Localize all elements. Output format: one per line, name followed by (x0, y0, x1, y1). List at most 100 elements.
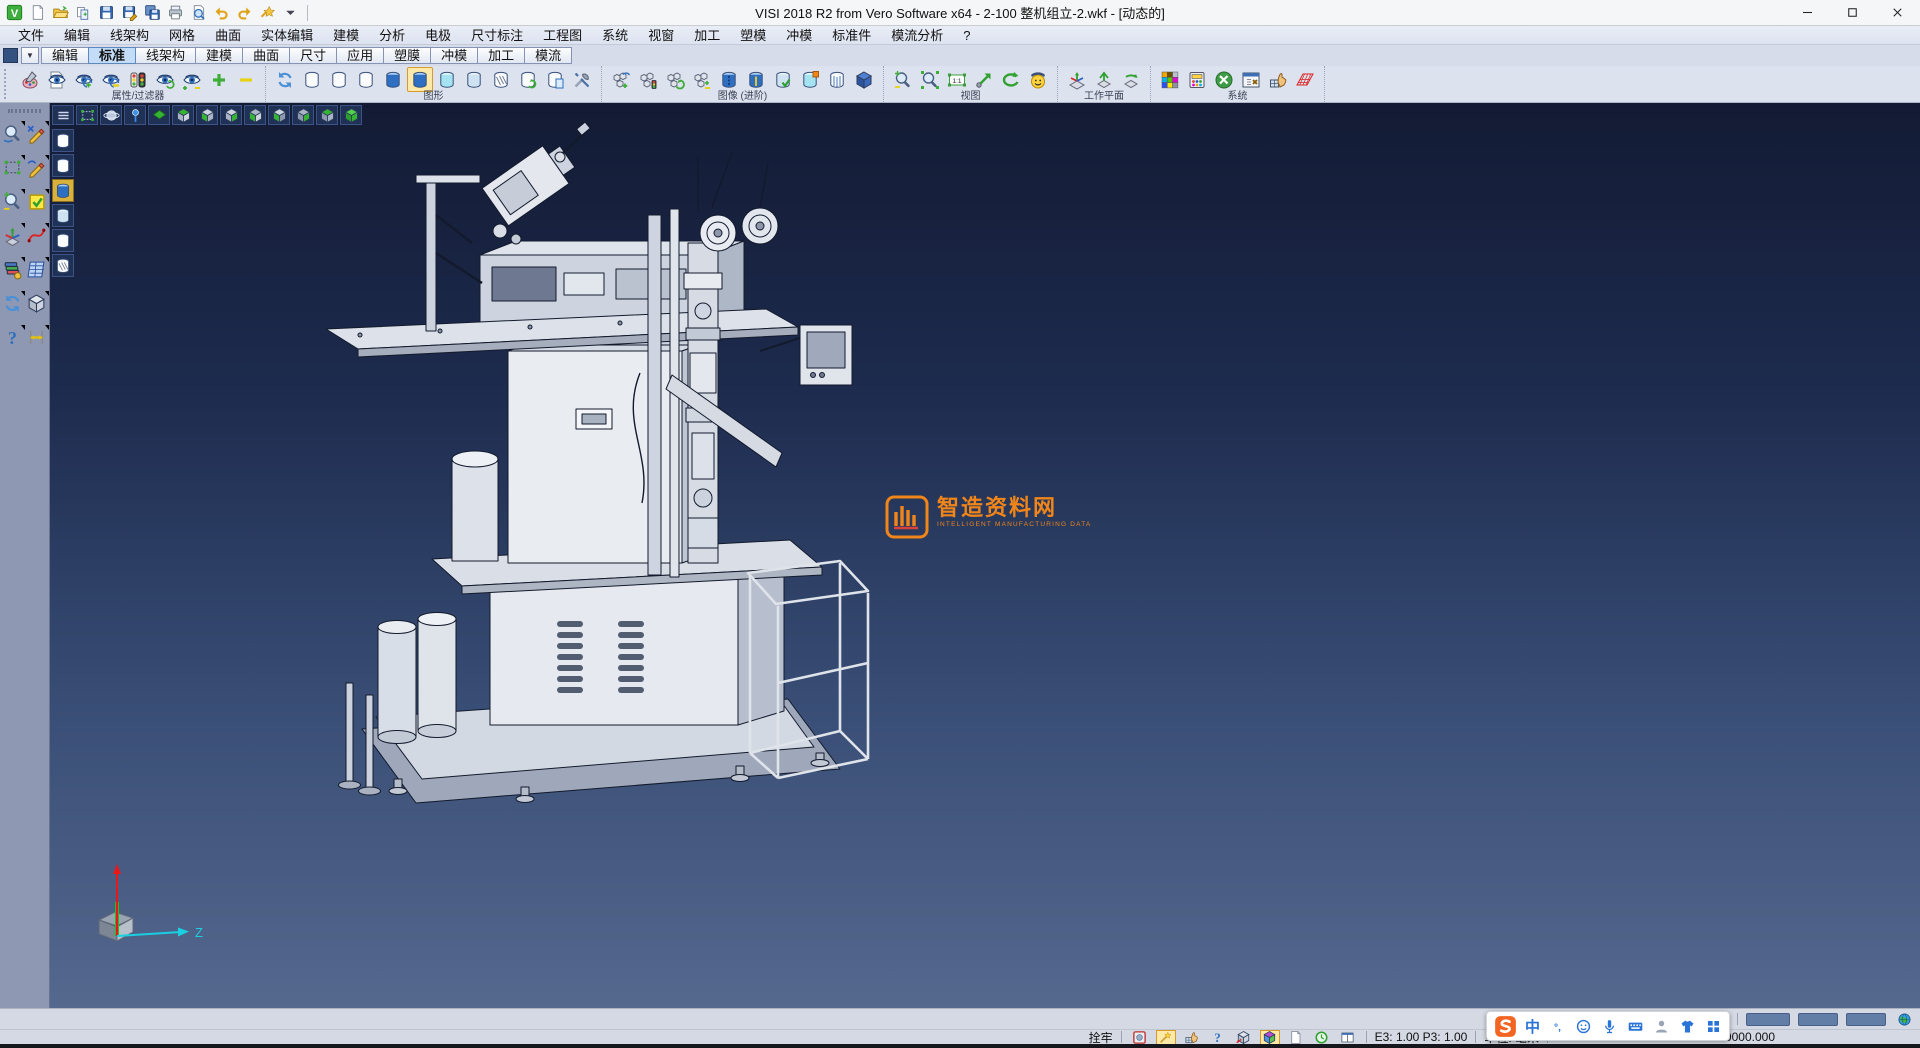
view-frame-icon[interactable] (76, 105, 98, 125)
print-preview-icon[interactable] (188, 3, 208, 23)
ime-logo-icon[interactable] (1494, 1015, 1517, 1038)
magic-wand-icon[interactable] (1156, 1030, 1176, 1045)
ucs-axes-icon[interactable] (1, 223, 25, 248)
tab-应用[interactable]: 应用 (336, 47, 384, 64)
ime-emoji-icon[interactable] (1574, 1017, 1592, 1035)
view-menu-icon[interactable] (52, 105, 74, 125)
cubes-refresh-icon[interactable] (662, 67, 688, 92)
attributes-brush-icon[interactable] (17, 67, 43, 92)
cyl-hatched-icon[interactable] (488, 67, 514, 92)
zoom-one-one-icon[interactable]: 1:1 (944, 67, 970, 92)
tab-建模[interactable]: 建模 (195, 47, 243, 64)
ime-grid-icon[interactable] (1704, 1017, 1722, 1035)
color-settings-icon[interactable] (1184, 67, 1210, 92)
menu-曲面[interactable]: 曲面 (205, 26, 251, 45)
lock-label[interactable]: 拴牢 (1089, 1029, 1113, 1046)
workplane-axes-icon[interactable] (1064, 67, 1090, 92)
tab-尺寸[interactable]: 尺寸 (289, 47, 337, 64)
menu-网格[interactable]: 网格 (159, 26, 205, 45)
window-split-icon[interactable] (1338, 1030, 1358, 1045)
tab-加工[interactable]: 加工 (477, 47, 525, 64)
color-cube-icon[interactable] (1260, 1030, 1280, 1045)
attributes-books-icon[interactable] (1, 257, 25, 282)
cyl-cyan-icon[interactable] (434, 67, 460, 92)
color-grid-icon[interactable] (1157, 67, 1183, 92)
cyl-stripe-icon[interactable] (743, 67, 769, 92)
menu-电极[interactable]: 电极 (415, 26, 461, 45)
menu-实体编辑[interactable]: 实体编辑 (251, 26, 323, 45)
cyl-wire2-icon[interactable] (326, 67, 352, 92)
zoom-window-icon[interactable] (1, 155, 25, 180)
tab-曲面[interactable]: 曲面 (242, 47, 290, 64)
cyl-striped-icon[interactable] (824, 67, 850, 92)
cyl-recycle-icon[interactable] (515, 67, 541, 92)
minimize-button[interactable] (1785, 0, 1830, 25)
cyl-pale-icon[interactable] (52, 204, 74, 227)
cyl-pale-icon[interactable] (461, 67, 487, 92)
left-toolbar-grip[interactable] (8, 109, 41, 113)
view-orbit-icon[interactable] (100, 105, 122, 125)
menu-文件[interactable]: 文件 (8, 26, 54, 45)
view-top-icon[interactable] (148, 105, 170, 125)
menu-工程图[interactable]: 工程图 (533, 26, 592, 45)
cyl-wire-icon[interactable] (52, 129, 74, 152)
refresh-blue-icon[interactable] (272, 67, 298, 92)
cubes-eye-plus-icon[interactable] (608, 67, 634, 92)
cubes-traffic-icon[interactable] (635, 67, 661, 92)
menu-视窗[interactable]: 视窗 (638, 26, 684, 45)
minus-yellow-icon[interactable] (233, 67, 259, 92)
wrench-tools-icon[interactable] (569, 67, 595, 92)
cyl-tag-icon[interactable] (797, 67, 823, 92)
viewport-canvas[interactable]: 智造资料网 INTELLIGENT MANUFACTURING DATA Z (50, 103, 1920, 1008)
print-icon[interactable] (165, 3, 185, 23)
plus-green-icon[interactable] (206, 67, 232, 92)
cyl-wire3-icon[interactable] (52, 229, 74, 252)
cyl-wire2-icon[interactable] (52, 154, 74, 177)
workplane-rotate-icon[interactable] (1118, 67, 1144, 92)
zoom-extents-icon[interactable] (917, 67, 943, 92)
ime-language-mode[interactable]: 中 (1525, 1016, 1540, 1037)
tab-冲模[interactable]: 冲模 (430, 47, 478, 64)
solid-cube-icon[interactable] (25, 291, 49, 316)
help-question-icon[interactable]: ? (1, 325, 25, 350)
ime-skin-icon[interactable] (1678, 1017, 1696, 1035)
ime-mic-icon[interactable] (1600, 1017, 1618, 1035)
save-as-icon[interactable] (119, 3, 139, 23)
layers-window-icon[interactable] (25, 257, 49, 282)
mesh-grid-icon[interactable] (1292, 67, 1318, 92)
clock-green-icon[interactable] (1312, 1030, 1332, 1045)
menu-尺寸标注[interactable]: 尺寸标注 (461, 26, 533, 45)
menu-标准件[interactable]: 标准件 (822, 26, 881, 45)
ime-person-icon[interactable] (1652, 1017, 1670, 1035)
cube-arrow-icon[interactable] (1234, 1030, 1254, 1045)
measure-distance-icon[interactable] (25, 325, 49, 350)
cyl-wire-icon[interactable] (299, 67, 325, 92)
sheet-white-icon[interactable] (1286, 1030, 1306, 1045)
menu-冲模[interactable]: 冲模 (776, 26, 822, 45)
view-iso-sw-icon[interactable] (244, 105, 266, 125)
capture-icon[interactable] (257, 3, 277, 23)
cyl-axis-icon[interactable] (716, 67, 742, 92)
menu-模流分析[interactable]: 模流分析 (881, 26, 953, 45)
cyl-blue-icon[interactable] (380, 67, 406, 92)
view-iso-se-icon[interactable] (220, 105, 242, 125)
cyl-blue-active-icon[interactable] (52, 179, 74, 202)
zoom-view-icon[interactable] (1, 121, 25, 146)
menu-?[interactable]: ? (953, 26, 980, 45)
close-button[interactable] (1875, 0, 1920, 25)
tab-overflow-dropdown[interactable]: ▼ (21, 47, 39, 64)
view-iso-ne-icon[interactable] (172, 105, 194, 125)
help-mark-icon[interactable]: ? (1208, 1030, 1228, 1045)
workspace-color-swatch[interactable] (3, 48, 18, 63)
menu-塑模[interactable]: 塑模 (730, 26, 776, 45)
ime-keyboard-icon[interactable] (1626, 1017, 1644, 1035)
undo-icon[interactable] (211, 3, 231, 23)
view-pin-icon[interactable] (124, 105, 146, 125)
more-dropdown-icon[interactable] (280, 3, 300, 23)
window-settings-icon[interactable] (1238, 67, 1264, 92)
eye-refresh-icon[interactable] (152, 67, 178, 92)
cube-shaded-icon[interactable] (851, 67, 877, 92)
view-smiley-icon[interactable] (1025, 67, 1051, 92)
erase-pencil-icon[interactable] (25, 121, 49, 146)
view-iso-nw-icon[interactable] (196, 105, 218, 125)
